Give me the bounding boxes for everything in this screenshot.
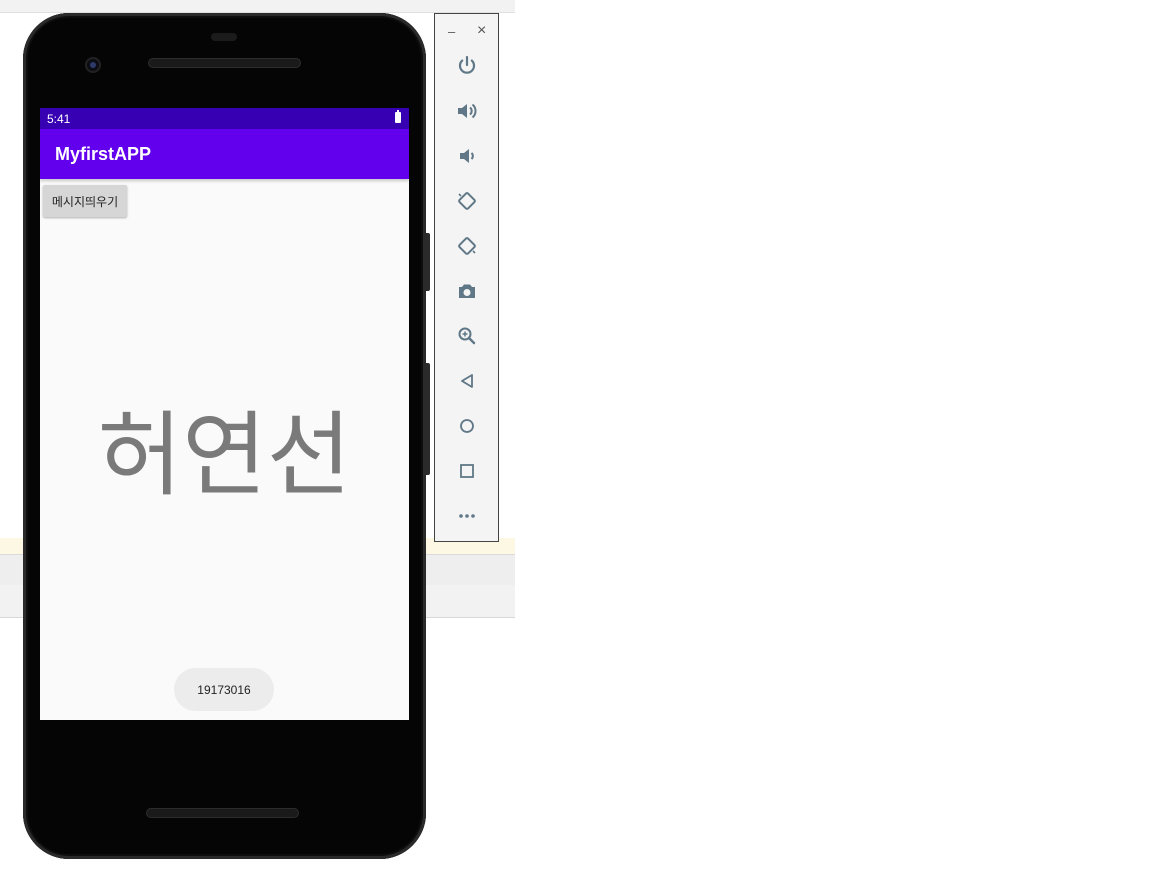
zoom-icon[interactable]: [455, 324, 479, 348]
camera-icon[interactable]: [455, 279, 479, 303]
emulator-window: 5:41 MyfirstAPP 메시지띄우기 허연선 19173016 – ×: [0, 0, 1152, 871]
status-bar: 5:41: [40, 108, 409, 129]
power-icon[interactable]: [455, 54, 479, 78]
phone-screen[interactable]: 5:41 MyfirstAPP 메시지띄우기 허연선 19173016: [40, 108, 409, 720]
back-icon[interactable]: [455, 369, 479, 393]
volume-down-icon[interactable]: [455, 144, 479, 168]
home-icon[interactable]: [455, 414, 479, 438]
rotate-right-icon[interactable]: [455, 234, 479, 258]
proximity-sensor: [211, 33, 237, 41]
close-button[interactable]: ×: [477, 22, 486, 40]
emulator-toolbar: – ×: [434, 13, 499, 542]
app-title: MyfirstAPP: [55, 144, 152, 164]
phone-frame: 5:41 MyfirstAPP 메시지띄우기 허연선 19173016: [23, 13, 426, 859]
minimize-button[interactable]: –: [448, 24, 455, 39]
overview-icon[interactable]: [455, 459, 479, 483]
show-message-button[interactable]: 메시지띄우기: [43, 185, 127, 217]
top-speaker: [148, 58, 301, 68]
bottom-speaker: [146, 808, 299, 818]
ide-top-strip: [0, 0, 515, 13]
volume-up-icon[interactable]: [455, 99, 479, 123]
status-time: 5:41: [47, 112, 71, 126]
more-icon[interactable]: [455, 504, 479, 528]
app-bar: MyfirstAPP: [40, 129, 409, 179]
rotate-left-icon[interactable]: [455, 189, 479, 213]
toast-message: 19173016: [174, 668, 274, 711]
front-camera: [85, 57, 101, 73]
center-name-text: 허연선: [97, 402, 352, 509]
battery-icon: [395, 110, 401, 123]
